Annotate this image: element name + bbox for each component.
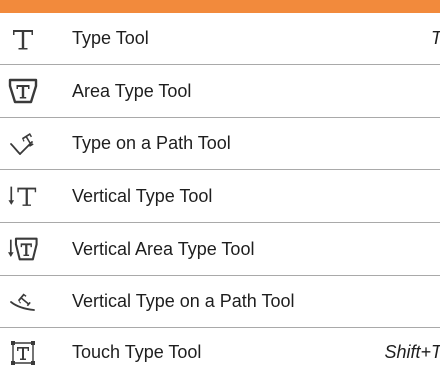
area-type-icon <box>8 76 38 106</box>
menu-item-shortcut: T <box>431 28 440 49</box>
menu-item-vertical-type-tool[interactable]: Vertical Type Tool <box>0 170 440 223</box>
menu-item-type-tool[interactable]: Type Tool T <box>0 13 440 65</box>
menu-item-vertical-area-type-tool[interactable]: Vertical Area Type Tool <box>0 223 440 276</box>
vertical-type-on-path-icon <box>8 287 38 317</box>
type-on-path-icon <box>8 129 38 159</box>
vertical-area-type-icon <box>8 234 38 264</box>
menu-item-label: Area Type Tool <box>72 80 192 101</box>
menu-item-label: Touch Type Tool <box>72 342 202 362</box>
menu-item-type-on-path-tool[interactable]: Type on a Path Tool <box>0 118 440 170</box>
menu-item-label: Vertical Area Type Tool <box>72 238 255 259</box>
type-tools-flyout-menu: Type Tool T Area Type Tool Type on a Pat… <box>0 0 440 377</box>
menu-item-vertical-type-on-path-tool[interactable]: Vertical Type on a Path Tool <box>0 276 440 328</box>
menu-item-touch-type-tool[interactable]: Touch Type Tool Shift+T <box>0 328 440 377</box>
menu-item-area-type-tool[interactable]: Area Type Tool <box>0 65 440 118</box>
type-icon <box>8 24 38 54</box>
menu-item-label: Vertical Type Tool <box>72 185 213 206</box>
vertical-type-icon <box>8 181 38 211</box>
menu-accent-bar <box>0 0 440 13</box>
menu-item-label: Type Tool <box>72 28 149 48</box>
menu-item-shortcut: Shift+T <box>384 342 440 362</box>
touch-type-icon <box>8 338 38 368</box>
menu-item-label: Vertical Type on a Path Tool <box>72 291 295 311</box>
menu-item-label: Type on a Path Tool <box>72 133 231 153</box>
